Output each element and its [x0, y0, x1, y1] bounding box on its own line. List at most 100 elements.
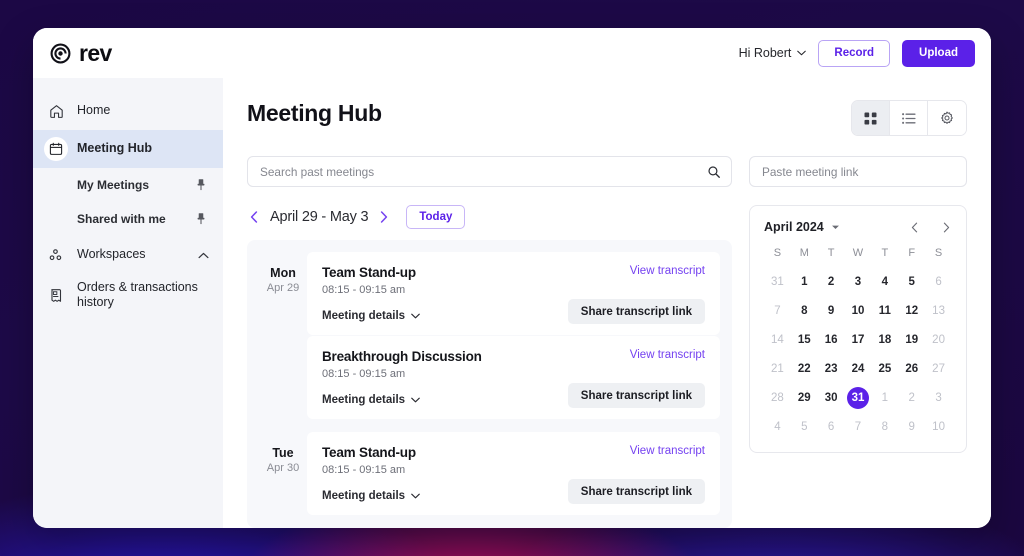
calendar-day[interactable]: 2: [818, 271, 845, 293]
day-group: Mon Apr 29 Team Stand-up 08:15 - 09:15 a…: [259, 252, 720, 420]
calendar-day[interactable]: 6: [818, 416, 845, 438]
list-view-button[interactable]: [890, 101, 928, 135]
calendar-day[interactable]: 23: [818, 358, 845, 380]
meeting-details-label: Meeting details: [322, 490, 406, 502]
calendar-day[interactable]: 27: [925, 358, 952, 380]
calendar-day[interactable]: 31: [764, 271, 791, 293]
sidebar-item-meeting-hub[interactable]: Meeting Hub: [33, 130, 223, 168]
share-transcript-link-button[interactable]: Share transcript link: [567, 299, 705, 324]
calendar-day[interactable]: 10: [925, 416, 952, 438]
meeting-time: 08:15 - 09:15 am: [322, 368, 406, 380]
next-week-button[interactable]: [377, 208, 391, 226]
calendar-day[interactable]: 15: [791, 329, 818, 351]
pin-icon[interactable]: [195, 212, 207, 226]
input-row: [247, 156, 967, 187]
meeting-card[interactable]: Breakthrough Discussion 08:15 - 09:15 am…: [307, 336, 720, 419]
day-label: Tue Apr 30: [259, 432, 307, 516]
calendar-day[interactable]: 8: [871, 416, 898, 438]
calendar-day[interactable]: 3: [925, 387, 952, 409]
search-field[interactable]: [247, 156, 732, 187]
calendar-day[interactable]: 21: [764, 358, 791, 380]
calendar-day-selected[interactable]: 31: [846, 387, 869, 409]
page-title: Meeting Hub: [247, 100, 382, 126]
calendar-day[interactable]: 4: [871, 271, 898, 293]
meeting-card[interactable]: Team Stand-up 08:15 - 09:15 am Meeting d…: [307, 432, 720, 515]
calendar-day[interactable]: 30: [818, 387, 845, 409]
chevron-up-icon[interactable]: [198, 252, 209, 259]
calendar-day[interactable]: 6: [925, 271, 952, 293]
grid-view-button[interactable]: [852, 101, 890, 135]
today-button[interactable]: Today: [406, 205, 466, 229]
main-header: Meeting Hub: [247, 100, 967, 136]
day-cards: Team Stand-up 08:15 - 09:15 am Meeting d…: [307, 252, 720, 420]
calendar-next-month-button[interactable]: [940, 219, 952, 235]
paste-meeting-link-field[interactable]: [749, 156, 967, 187]
prev-week-button[interactable]: [247, 208, 261, 226]
pin-icon[interactable]: [195, 178, 207, 192]
calendar-day[interactable]: 20: [925, 329, 952, 351]
calendar-day[interactable]: 7: [764, 300, 791, 322]
calendar-arrows: [908, 219, 952, 235]
view-toggle-group: [851, 100, 967, 136]
calendar-day[interactable]: 8: [791, 300, 818, 322]
calendar-day[interactable]: 1: [871, 387, 898, 409]
calendar-day[interactable]: 22: [791, 358, 818, 380]
upload-button[interactable]: Upload: [902, 39, 975, 67]
caret-down-icon[interactable]: [831, 224, 840, 230]
meeting-card[interactable]: Team Stand-up 08:15 - 09:15 am Meeting d…: [307, 252, 720, 335]
record-button[interactable]: Record: [818, 39, 891, 67]
calendar-dow: M: [799, 247, 809, 259]
calendar-day[interactable]: 28: [764, 387, 791, 409]
meeting-time: 08:15 - 09:15 am: [322, 464, 406, 476]
grid-icon: [864, 112, 877, 124]
calendar-dow: F: [908, 247, 916, 259]
day-of-week: Tue: [272, 446, 294, 460]
view-transcript-link[interactable]: View transcript: [630, 265, 705, 277]
sidebar-item-orders-history[interactable]: Orders & transactions history: [33, 274, 223, 316]
search-input[interactable]: [260, 164, 707, 179]
calendar-day[interactable]: 18: [871, 329, 898, 351]
calendar-day[interactable]: 7: [845, 416, 872, 438]
share-transcript-link-button[interactable]: Share transcript link: [567, 479, 705, 504]
calendar-day[interactable]: 2: [898, 387, 925, 409]
view-transcript-link[interactable]: View transcript: [630, 349, 705, 361]
calendar-day[interactable]: 5: [791, 416, 818, 438]
calendar-day[interactable]: 12: [898, 300, 925, 322]
search-icon[interactable]: [707, 165, 721, 179]
calendar-day[interactable]: 1: [791, 271, 818, 293]
view-transcript-link[interactable]: View transcript: [630, 445, 705, 457]
day-date: Apr 30: [266, 462, 300, 474]
meeting-time: 08:15 - 09:15 am: [322, 284, 406, 296]
calendar-prev-month-button[interactable]: [908, 219, 920, 235]
calendar-day[interactable]: 5: [898, 271, 925, 293]
app-window: rev Hi Robert Record Upload Home Meeting…: [33, 28, 991, 528]
sidebar-item-my-meetings[interactable]: My Meetings: [33, 168, 223, 202]
calendar-day[interactable]: 11: [871, 300, 898, 322]
calendar-dow: W: [852, 247, 864, 259]
share-transcript-link-button[interactable]: Share transcript link: [567, 383, 705, 408]
sidebar-item-home[interactable]: Home: [33, 92, 223, 130]
sidebar-item-workspaces[interactable]: Workspaces: [33, 236, 223, 274]
home-icon: [47, 102, 65, 120]
calendar-day[interactable]: 29: [791, 387, 818, 409]
calendar-dow: S: [773, 247, 782, 259]
calendar-day[interactable]: 19: [898, 329, 925, 351]
calendar-day[interactable]: 10: [845, 300, 872, 322]
calendar-day[interactable]: 13: [925, 300, 952, 322]
calendar-day[interactable]: 4: [764, 416, 791, 438]
calendar-day[interactable]: 14: [764, 329, 791, 351]
calendar-day[interactable]: 17: [845, 329, 872, 351]
user-menu[interactable]: Hi Robert: [739, 46, 807, 60]
calendar-day[interactable]: 9: [818, 300, 845, 322]
paste-meeting-link-input[interactable]: [762, 164, 954, 179]
sidebar-item-shared-with-me[interactable]: Shared with me: [33, 202, 223, 236]
brand-logo[interactable]: rev: [49, 40, 112, 67]
settings-button[interactable]: [928, 101, 966, 135]
calendar-day[interactable]: 24: [845, 358, 872, 380]
calendar-day[interactable]: 16: [818, 329, 845, 351]
calendar-day[interactable]: 26: [898, 358, 925, 380]
calendar-day[interactable]: 9: [898, 416, 925, 438]
calendar-day[interactable]: 3: [845, 271, 872, 293]
calendar-day[interactable]: 25: [871, 358, 898, 380]
calendar-dow: T: [827, 247, 835, 259]
